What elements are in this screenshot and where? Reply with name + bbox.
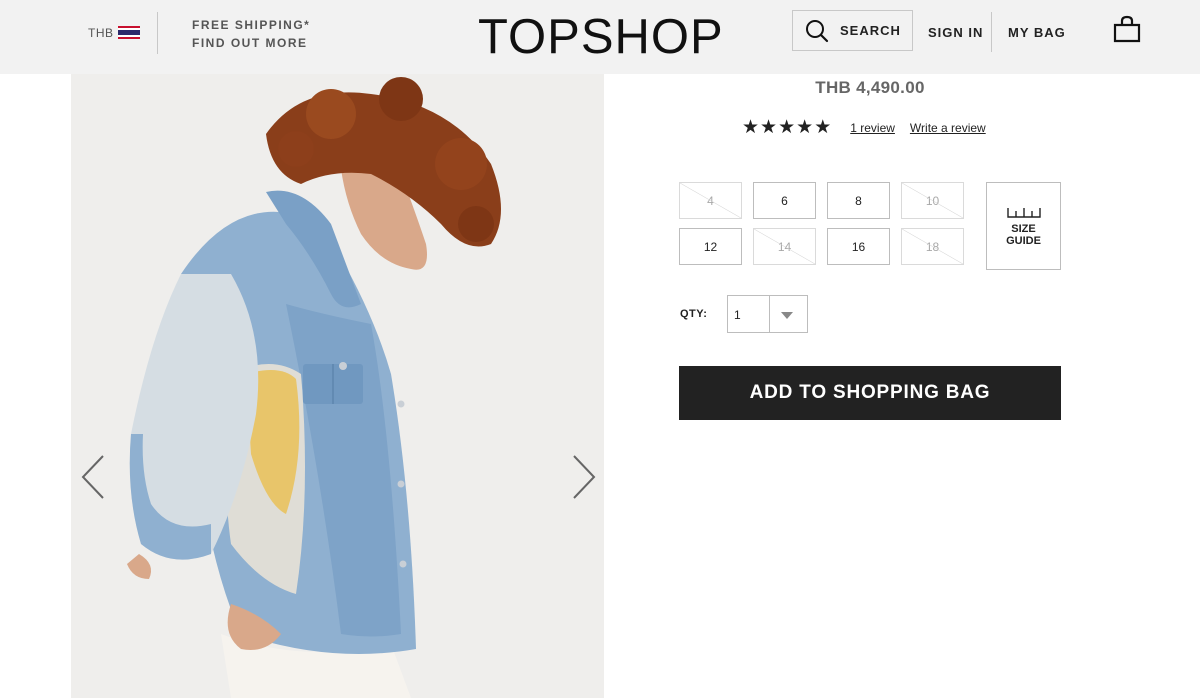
header-divider: [991, 12, 992, 52]
search-icon: [806, 19, 829, 42]
size-option-16[interactable]: 16: [827, 228, 890, 265]
shipping-line-1: FREE SHIPPING*: [192, 18, 311, 32]
topshop-logo[interactable]: TOPSHOP: [478, 9, 724, 65]
size-option-6[interactable]: 6: [753, 182, 816, 219]
size-option-14[interactable]: 14: [753, 228, 816, 265]
size-option-12[interactable]: 12: [679, 228, 742, 265]
shipping-line-2: FIND OUT MORE: [192, 36, 308, 50]
star-icon: ★: [778, 117, 796, 138]
qty-label: QTY:: [680, 308, 708, 320]
size-label: 12: [703, 239, 718, 254]
size-label: 16: [851, 239, 866, 254]
review-count-link[interactable]: 1 review: [850, 121, 895, 135]
size-label: 8: [855, 193, 862, 208]
size-label: 10: [925, 193, 940, 208]
star-rating: ★ ★ ★ ★ ★: [742, 118, 831, 138]
product-image[interactable]: [71, 74, 604, 698]
star-icon: ★: [760, 117, 778, 138]
size-option-4[interactable]: 4: [679, 182, 742, 219]
shopping-bag-icon[interactable]: [1112, 14, 1142, 44]
write-review-link[interactable]: Write a review: [910, 121, 986, 135]
star-icon: ★: [796, 117, 814, 138]
add-to-bag-label: ADD TO SHOPPING BAG: [749, 382, 991, 403]
search-label: SEARCH: [840, 23, 901, 38]
header-divider: [157, 12, 158, 54]
size-guide-label: SIZE GUIDE: [1006, 223, 1041, 247]
currency-code: THB: [88, 26, 114, 40]
qty-value: 1: [734, 308, 741, 322]
size-option-18[interactable]: 18: [901, 228, 964, 265]
size-guide-button[interactable]: SIZE GUIDE: [986, 182, 1061, 270]
my-bag-link[interactable]: MY BAG: [1008, 25, 1066, 40]
caret-down-icon: [781, 312, 793, 319]
currency-selector[interactable]: THB: [88, 26, 140, 40]
star-icon: ★: [814, 117, 832, 138]
size-option-10[interactable]: 10: [901, 182, 964, 219]
sign-in-link[interactable]: SIGN IN: [928, 25, 983, 40]
free-shipping-link[interactable]: FREE SHIPPING* FIND OUT MORE: [192, 16, 310, 52]
star-icon: ★: [742, 117, 760, 138]
size-option-8[interactable]: 8: [827, 182, 890, 219]
rating-row: ★ ★ ★ ★ ★ 1 review Write a review: [742, 118, 1001, 138]
qty-select[interactable]: 1: [727, 295, 808, 333]
qty-divider: [769, 296, 770, 332]
size-label: 18: [925, 239, 940, 254]
search-button[interactable]: SEARCH: [792, 10, 913, 51]
thai-flag-icon: [117, 26, 140, 40]
product-price: THB 4,490.00: [815, 78, 925, 97]
size-label: 14: [777, 239, 792, 254]
size-label: 4: [707, 193, 714, 208]
ruler-icon: [1006, 208, 1041, 218]
product-photo: [71, 74, 604, 698]
chevron-right-icon[interactable]: [568, 454, 598, 500]
site-header: THB FREE SHIPPING* FIND OUT MORE TOPSHOP…: [0, 0, 1200, 74]
add-to-bag-button[interactable]: ADD TO SHOPPING BAG: [679, 366, 1061, 420]
chevron-left-icon[interactable]: [79, 454, 109, 500]
size-label: 6: [781, 193, 788, 208]
